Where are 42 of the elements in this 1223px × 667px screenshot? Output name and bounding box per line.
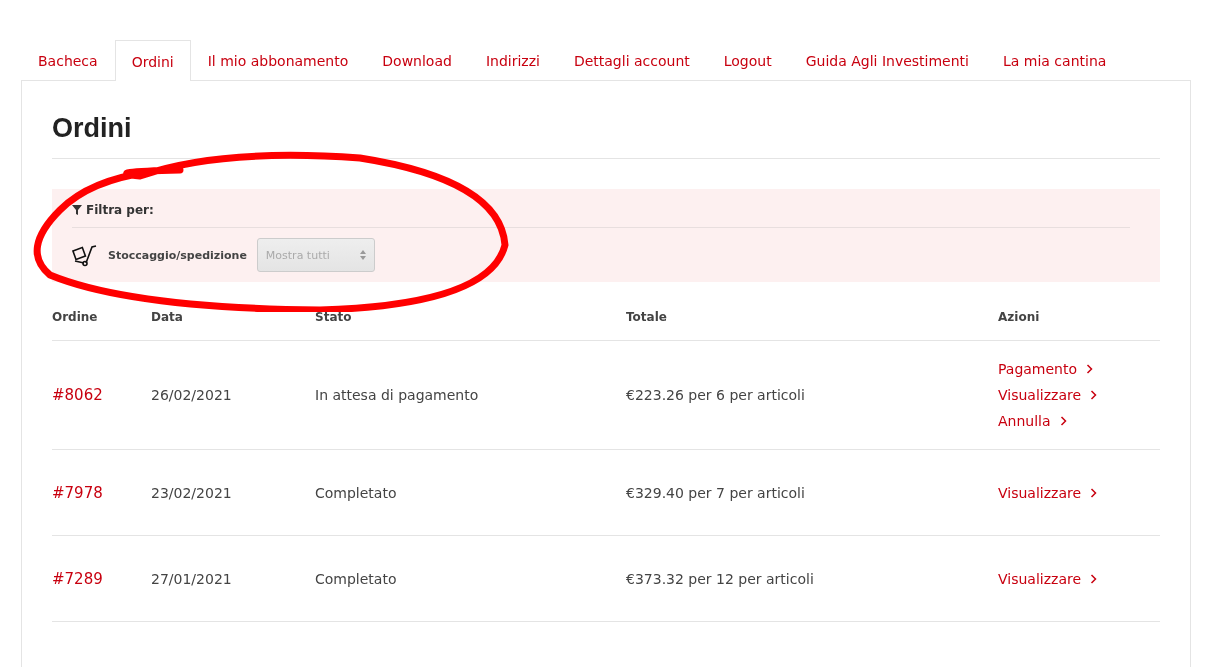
filter-label: Stoccaggio/spedizione — [108, 248, 247, 262]
order-link[interactable]: #7978 — [52, 483, 103, 502]
hand-truck-icon — [72, 243, 98, 267]
total-cell: €373.32 per 12 per articoli — [626, 570, 814, 587]
action-link[interactable]: Visualizzare — [998, 484, 1098, 501]
column-header: Data — [151, 310, 184, 324]
action-link[interactable]: Visualizzare — [998, 570, 1098, 587]
account-tab[interactable]: Indirizzi — [468, 40, 557, 81]
chevron-right-icon — [1086, 364, 1094, 374]
account-tab[interactable]: Guida Agli Investimenti — [788, 40, 986, 81]
total-cell: €223.26 per 6 per articoli — [626, 387, 805, 403]
column-header: Azioni — [998, 310, 1041, 324]
filter-icon — [72, 205, 82, 215]
action-link[interactable]: Pagamento — [998, 361, 1094, 377]
column-header: Totale — [626, 310, 668, 324]
chevron-right-icon — [1059, 416, 1067, 426]
date-cell: 27/01/2021 — [151, 570, 232, 587]
status-cell: In attesa di pagamento — [315, 387, 479, 403]
column-header: Ordine — [52, 310, 99, 324]
filter-heading: Filtra per: — [86, 203, 154, 217]
account-tab[interactable]: Download — [365, 40, 469, 81]
chevron-right-icon — [1090, 390, 1098, 400]
status-cell: Completato — [315, 570, 397, 587]
select-arrows-icon — [359, 250, 366, 260]
action-link[interactable]: Visualizzare — [998, 387, 1098, 403]
column-header: Stato — [315, 310, 353, 324]
account-tab[interactable]: Logout — [706, 40, 789, 81]
order-link[interactable]: #7289 — [52, 569, 103, 588]
order-link[interactable]: #8062 — [52, 386, 103, 404]
status-cell: Completato — [315, 484, 397, 501]
account-tab[interactable]: Ordini — [114, 40, 191, 81]
account-tab[interactable]: Bacheca — [21, 40, 115, 81]
date-cell: 26/02/2021 — [151, 387, 232, 403]
page-title: Ordini — [52, 81, 1160, 159]
chevron-right-icon — [1090, 487, 1098, 498]
total-cell: €329.40 per 7 per articoli — [626, 484, 805, 501]
chevron-right-icon — [1090, 573, 1098, 584]
action-link[interactable]: Annulla — [998, 413, 1067, 429]
account-tab[interactable]: Il mio abbonamento — [190, 40, 366, 81]
account-tab[interactable]: La mia cantina — [986, 40, 1124, 81]
account-tab[interactable]: Dettagli account — [556, 40, 707, 81]
date-cell: 23/02/2021 — [151, 484, 232, 501]
